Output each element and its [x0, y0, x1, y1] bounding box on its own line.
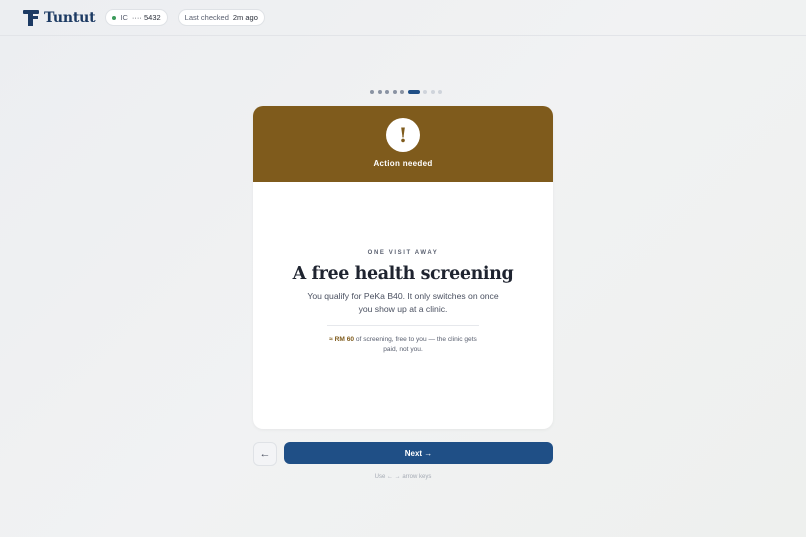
divider — [327, 325, 479, 326]
progress-dot — [400, 90, 404, 94]
card-body: ONE VISIT AWAY A free health screening Y… — [253, 182, 553, 355]
last-checked-label: Last checked — [184, 13, 229, 22]
exclamation-icon: ! — [386, 118, 420, 152]
top-bar: Tuntut IC ···· 5432 Last checked 2m ago — [0, 0, 806, 36]
value-note: ≈ RM 60 of screening, free to you — the … — [323, 335, 483, 355]
brand-name: Tuntut — [44, 9, 96, 26]
progress-dot — [438, 90, 442, 94]
progress-dot — [392, 90, 397, 94]
card-title: A free health screening — [292, 264, 514, 284]
last-checked-value: 2m ago — [232, 13, 258, 22]
step-progress — [370, 90, 442, 94]
brand-logo[interactable]: Tuntut — [23, 9, 96, 26]
progress-dot — [423, 90, 427, 94]
action-card: ! Action needed ONE VISIT AWAY A free he… — [253, 106, 553, 429]
logo-icon — [23, 9, 39, 26]
progress-dot — [407, 90, 420, 94]
ic-label: IC — [120, 13, 128, 22]
eyebrow-text: ONE VISIT AWAY — [367, 250, 439, 256]
progress-dot — [370, 90, 374, 94]
card-header: ! Action needed — [253, 106, 553, 182]
value-note-text: of screening, free to you — the clinic g… — [354, 336, 477, 353]
keyboard-hint: Use ← → arrow keys — [374, 474, 432, 480]
next-button[interactable]: Next → — [284, 442, 553, 464]
ic-value: ···· 5432 — [131, 13, 161, 22]
last-checked-badge: Last checked 2m ago — [177, 9, 265, 26]
value-amount: ≈ RM 60 — [329, 336, 355, 343]
status-dot-icon — [112, 15, 117, 20]
card-description: You qualify for PeKa B40. It only switch… — [307, 291, 499, 314]
progress-dot — [385, 90, 389, 94]
status-label: Action needed — [373, 159, 433, 168]
back-button[interactable]: ← — [253, 442, 277, 466]
progress-dot — [430, 90, 435, 94]
ic-badge: IC ···· 5432 — [105, 9, 168, 26]
progress-dot — [377, 90, 382, 94]
